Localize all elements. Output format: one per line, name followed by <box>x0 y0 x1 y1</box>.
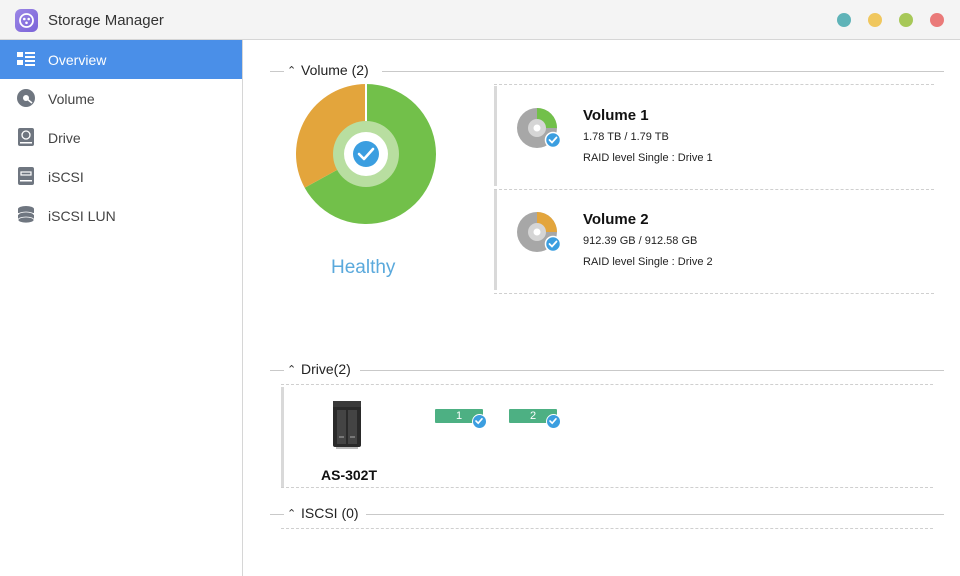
disk-2-check-icon <box>546 414 561 429</box>
volume-disk-icon <box>17 89 35 107</box>
volume-1-raid: RAID level Single : Drive 1 <box>583 152 713 164</box>
disk-1-check-icon <box>472 414 487 429</box>
volume-2-size: 912.39 GB / 912.58 GB <box>583 235 698 247</box>
volume-1-name: Volume 1 <box>583 107 649 124</box>
volume-2-raid: RAID level Single : Drive 2 <box>583 256 713 268</box>
health-status: Healthy <box>331 257 396 278</box>
window-title: Storage Manager <box>48 12 164 29</box>
chevron-up-icon[interactable]: ⌃ <box>287 64 296 77</box>
storage-manager-app-icon <box>15 9 38 32</box>
volume-card-1[interactable]: Volume 1 1.78 TB / 1.79 TB RAID level Si… <box>494 86 934 186</box>
chevron-up-icon[interactable]: ⌃ <box>287 507 296 520</box>
volume-section-header[interactable]: ⌃ Volume (2) <box>270 61 944 81</box>
chevron-up-icon[interactable]: ⌃ <box>287 363 296 376</box>
sidebar-item-drive[interactable]: Drive <box>0 118 242 157</box>
sidebar-item-iscsi[interactable]: iSCSI <box>0 157 242 196</box>
restore-button[interactable] <box>868 13 882 27</box>
sidebar-item-overview[interactable]: Overview <box>0 40 242 79</box>
sidebar-item-label: Drive <box>48 130 81 146</box>
volume-2-name: Volume 2 <box>583 211 649 228</box>
close-button[interactable] <box>930 13 944 27</box>
volume-1-disk-icon <box>517 108 562 149</box>
minimize-button[interactable] <box>837 13 851 27</box>
sidebar-item-label: Volume <box>48 91 95 107</box>
sidebar-item-label: iSCSI <box>48 169 84 185</box>
title-bar: Storage Manager <box>0 0 960 40</box>
iscsi-section-header[interactable]: ⌃ ISCSI (0) <box>270 504 944 524</box>
volume-section-title: Volume (2) <box>301 62 369 78</box>
overview-panel: ⌃ Volume (2) Healthy Volume 1 1.78 TB / … <box>244 40 960 576</box>
volume-card-2[interactable]: Volume 2 912.39 GB / 912.58 GB RAID leve… <box>494 190 934 290</box>
volume-1-size: 1.78 TB / 1.79 TB <box>583 131 669 143</box>
drive-section-title: Drive(2) <box>301 361 351 377</box>
iscsi-icon <box>18 167 34 185</box>
volume-2-disk-icon <box>517 212 562 253</box>
sidebar-item-label: iSCSI LUN <box>48 208 116 224</box>
iscsi-lun-stack-icon <box>17 206 35 224</box>
overview-list-icon <box>17 52 35 66</box>
nas-device-icon[interactable] <box>332 400 362 450</box>
healthy-check-icon <box>353 141 379 167</box>
sidebar-item-label: Overview <box>48 52 107 68</box>
sidebar: Overview Volume Drive iSCSI iSCSI LUN <box>0 40 243 576</box>
sidebar-item-volume[interactable]: Volume <box>0 79 242 118</box>
volume-usage-donut <box>296 84 436 224</box>
drive-icon <box>18 128 34 146</box>
drive-panel: AS-302T 1 2 <box>281 387 933 487</box>
iscsi-section-title: ISCSI (0) <box>301 505 359 521</box>
sidebar-item-iscsi-lun[interactable]: iSCSI LUN <box>0 196 242 235</box>
maximize-button[interactable] <box>899 13 913 27</box>
drive-section-header[interactable]: ⌃ Drive(2) <box>270 360 944 380</box>
device-name: AS-302T <box>321 467 378 483</box>
